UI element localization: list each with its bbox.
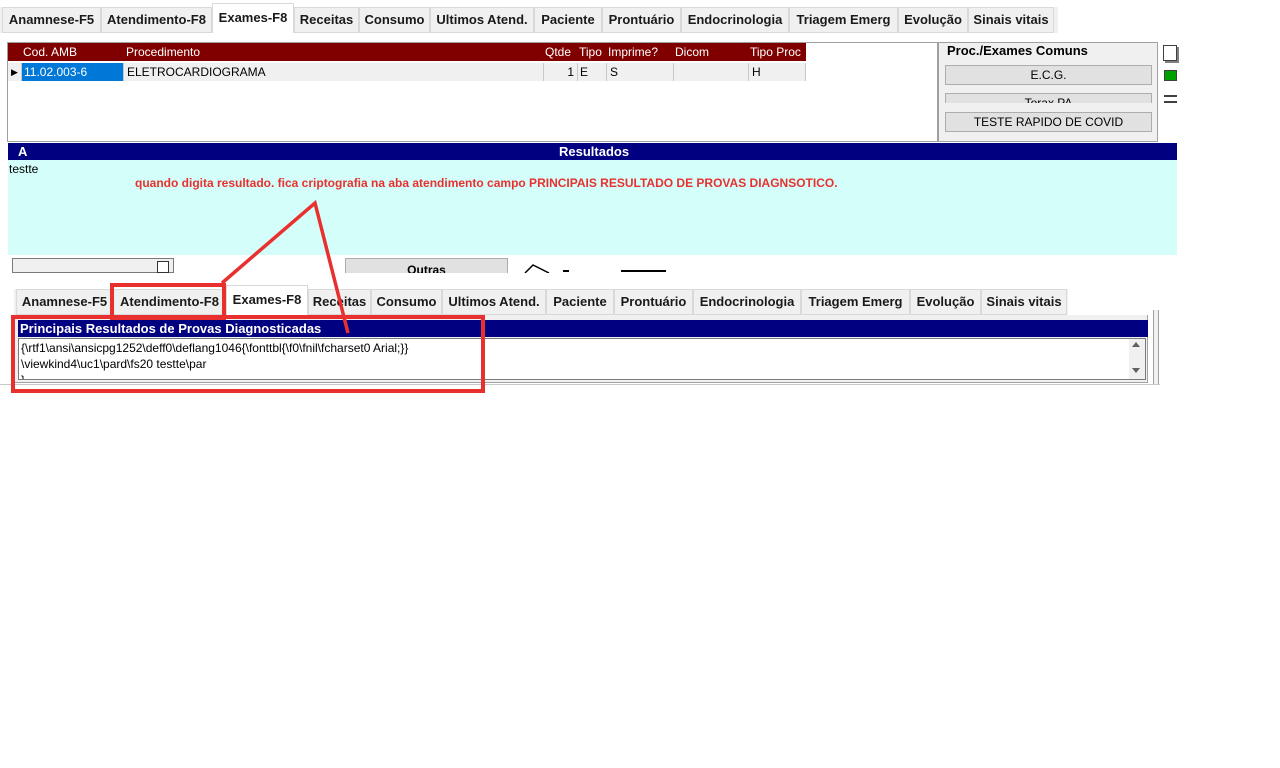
principais-line3: }: [21, 373, 26, 380]
lower-checkbox[interactable]: [157, 261, 169, 273]
outras-button[interactable]: Outras: [345, 258, 508, 273]
col-procedimento[interactable]: Procedimento: [126, 43, 200, 61]
results-header: A Resultados: [8, 143, 1177, 160]
tab-prontuario[interactable]: Prontuário: [602, 7, 681, 33]
exam-grid-header: Cod. AMB Procedimento Qtde Tipo Imprime?…: [8, 43, 806, 61]
results-textarea[interactable]: testte quando digita resultado. fica cri…: [8, 160, 1177, 255]
tab-paciente[interactable]: Paciente: [534, 7, 602, 33]
tab-exames[interactable]: Exames-F8: [212, 3, 294, 33]
lower-input-field[interactable]: [12, 258, 174, 273]
tab-ultimos-atend[interactable]: Ultimos Atend.: [442, 289, 546, 315]
tab-prontuario[interactable]: Prontuário: [614, 289, 693, 315]
col-cod-amb[interactable]: Cod. AMB: [23, 43, 77, 61]
annotation-note: quando digita resultado. fica criptograf…: [135, 176, 838, 190]
tab-ultimos-atend[interactable]: Ultimos Atend.: [430, 7, 534, 33]
tab-endocrinologia[interactable]: Endocrinologia: [693, 289, 801, 315]
tab-anamnese[interactable]: Anamnese-F5: [16, 289, 113, 315]
partial-label-b: [621, 270, 666, 272]
tab-atendimento[interactable]: Atendimento-F8: [113, 289, 226, 315]
tab-exames[interactable]: Exames-F8: [226, 285, 308, 315]
scroll-up-icon[interactable]: [1132, 342, 1140, 347]
tab-atendimento[interactable]: Atendimento-F8: [101, 7, 212, 33]
results-title: Resultados: [559, 144, 630, 159]
printer-icon[interactable]: [1164, 95, 1177, 103]
tab-sinais-vitais[interactable]: Sinais vitais: [968, 7, 1054, 33]
tab-paciente[interactable]: Paciente: [546, 289, 614, 315]
tab-anamnese[interactable]: Anamnese-F5: [2, 7, 101, 33]
principais-line1: {\rtf1\ansi\ansicpg1252\deff0\deflang104…: [21, 341, 409, 355]
common-exams-list-viewport: Torax PA: [945, 93, 1152, 103]
cell-cod-amb[interactable]: 11.02.003-6: [22, 63, 124, 81]
common-exams-title: Proc./Exames Comuns: [947, 43, 1088, 58]
principais-textarea[interactable]: {\rtf1\ansi\ansicpg1252\deff0\deflang104…: [18, 338, 1146, 380]
scroll-down-icon[interactable]: [1132, 368, 1140, 373]
top-tab-strip: Anamnese-F5 Atendimento-F8 Exames-F8 Rec…: [0, 3, 1058, 33]
tab-evolucao[interactable]: Evolução: [898, 7, 968, 33]
tab-triagem-emerg[interactable]: Triagem Emerg: [789, 7, 898, 33]
bottom-divider: [0, 384, 1160, 385]
exam-grid-panel: Cod. AMB Procedimento Qtde Tipo Imprime?…: [7, 42, 938, 142]
tab-consumo[interactable]: Consumo: [359, 7, 430, 33]
results-text: testte: [9, 162, 39, 176]
textarea-scrollbar[interactable]: [1129, 339, 1145, 379]
right-divider: [1153, 310, 1159, 384]
tab-receitas[interactable]: Receitas: [308, 289, 371, 315]
cell-imprime[interactable]: S: [607, 63, 674, 81]
cell-dicom[interactable]: [674, 63, 749, 81]
table-row[interactable]: ▶ 11.02.003-6 ELETROCARDIOGRAMA 1 E S H: [8, 63, 806, 81]
cell-procedimento[interactable]: ELETROCARDIOGRAMA: [124, 63, 544, 81]
tab-receitas[interactable]: Receitas: [294, 7, 359, 33]
row-indicator-icon: ▶: [8, 63, 22, 81]
common-exams-panel: Proc./Exames Comuns E.C.G. Torax PA TEST…: [938, 42, 1158, 142]
tab-consumo[interactable]: Consumo: [371, 289, 442, 315]
tab-sinais-vitais[interactable]: Sinais vitais: [981, 289, 1067, 315]
teste-covid-button[interactable]: TESTE RAPIDO DE COVID: [945, 112, 1152, 132]
hand-icon: [524, 264, 550, 273]
principais-line2: \viewkind4\uc1\pard\fs20 testte\par: [21, 357, 207, 371]
cell-qtde[interactable]: 1: [544, 63, 578, 81]
tab-evolucao[interactable]: Evolução: [910, 289, 981, 315]
tab-endocrinologia[interactable]: Endocrinologia: [681, 7, 789, 33]
col-tipo-proc[interactable]: Tipo Proc: [750, 43, 801, 61]
outras-viewport: Outras: [345, 258, 508, 273]
results-left-label: A: [18, 144, 28, 159]
monitor-icon[interactable]: [1164, 70, 1177, 81]
ecg-button[interactable]: E.C.G.: [945, 65, 1152, 85]
partial-label-a: [563, 270, 569, 272]
col-tipo[interactable]: Tipo: [579, 43, 602, 61]
cell-tipo[interactable]: E: [578, 63, 607, 81]
bottom-tab-strip: Anamnese-F5 Atendimento-F8 Exames-F8 Rec…: [14, 285, 1068, 315]
cell-tipo-proc[interactable]: H: [749, 63, 806, 81]
col-imprime[interactable]: Imprime?: [608, 43, 658, 61]
copy-icon[interactable]: [1163, 45, 1177, 61]
tab-triagem-emerg[interactable]: Triagem Emerg: [801, 289, 910, 315]
principais-panel: Principais Resultados de Provas Diagnost…: [14, 315, 1148, 383]
torax-pa-button[interactable]: Torax PA: [945, 93, 1152, 103]
col-dicom[interactable]: Dicom: [675, 43, 709, 61]
col-qtde[interactable]: Qtde: [545, 43, 571, 61]
principais-header: Principais Resultados de Provas Diagnost…: [18, 320, 1148, 337]
